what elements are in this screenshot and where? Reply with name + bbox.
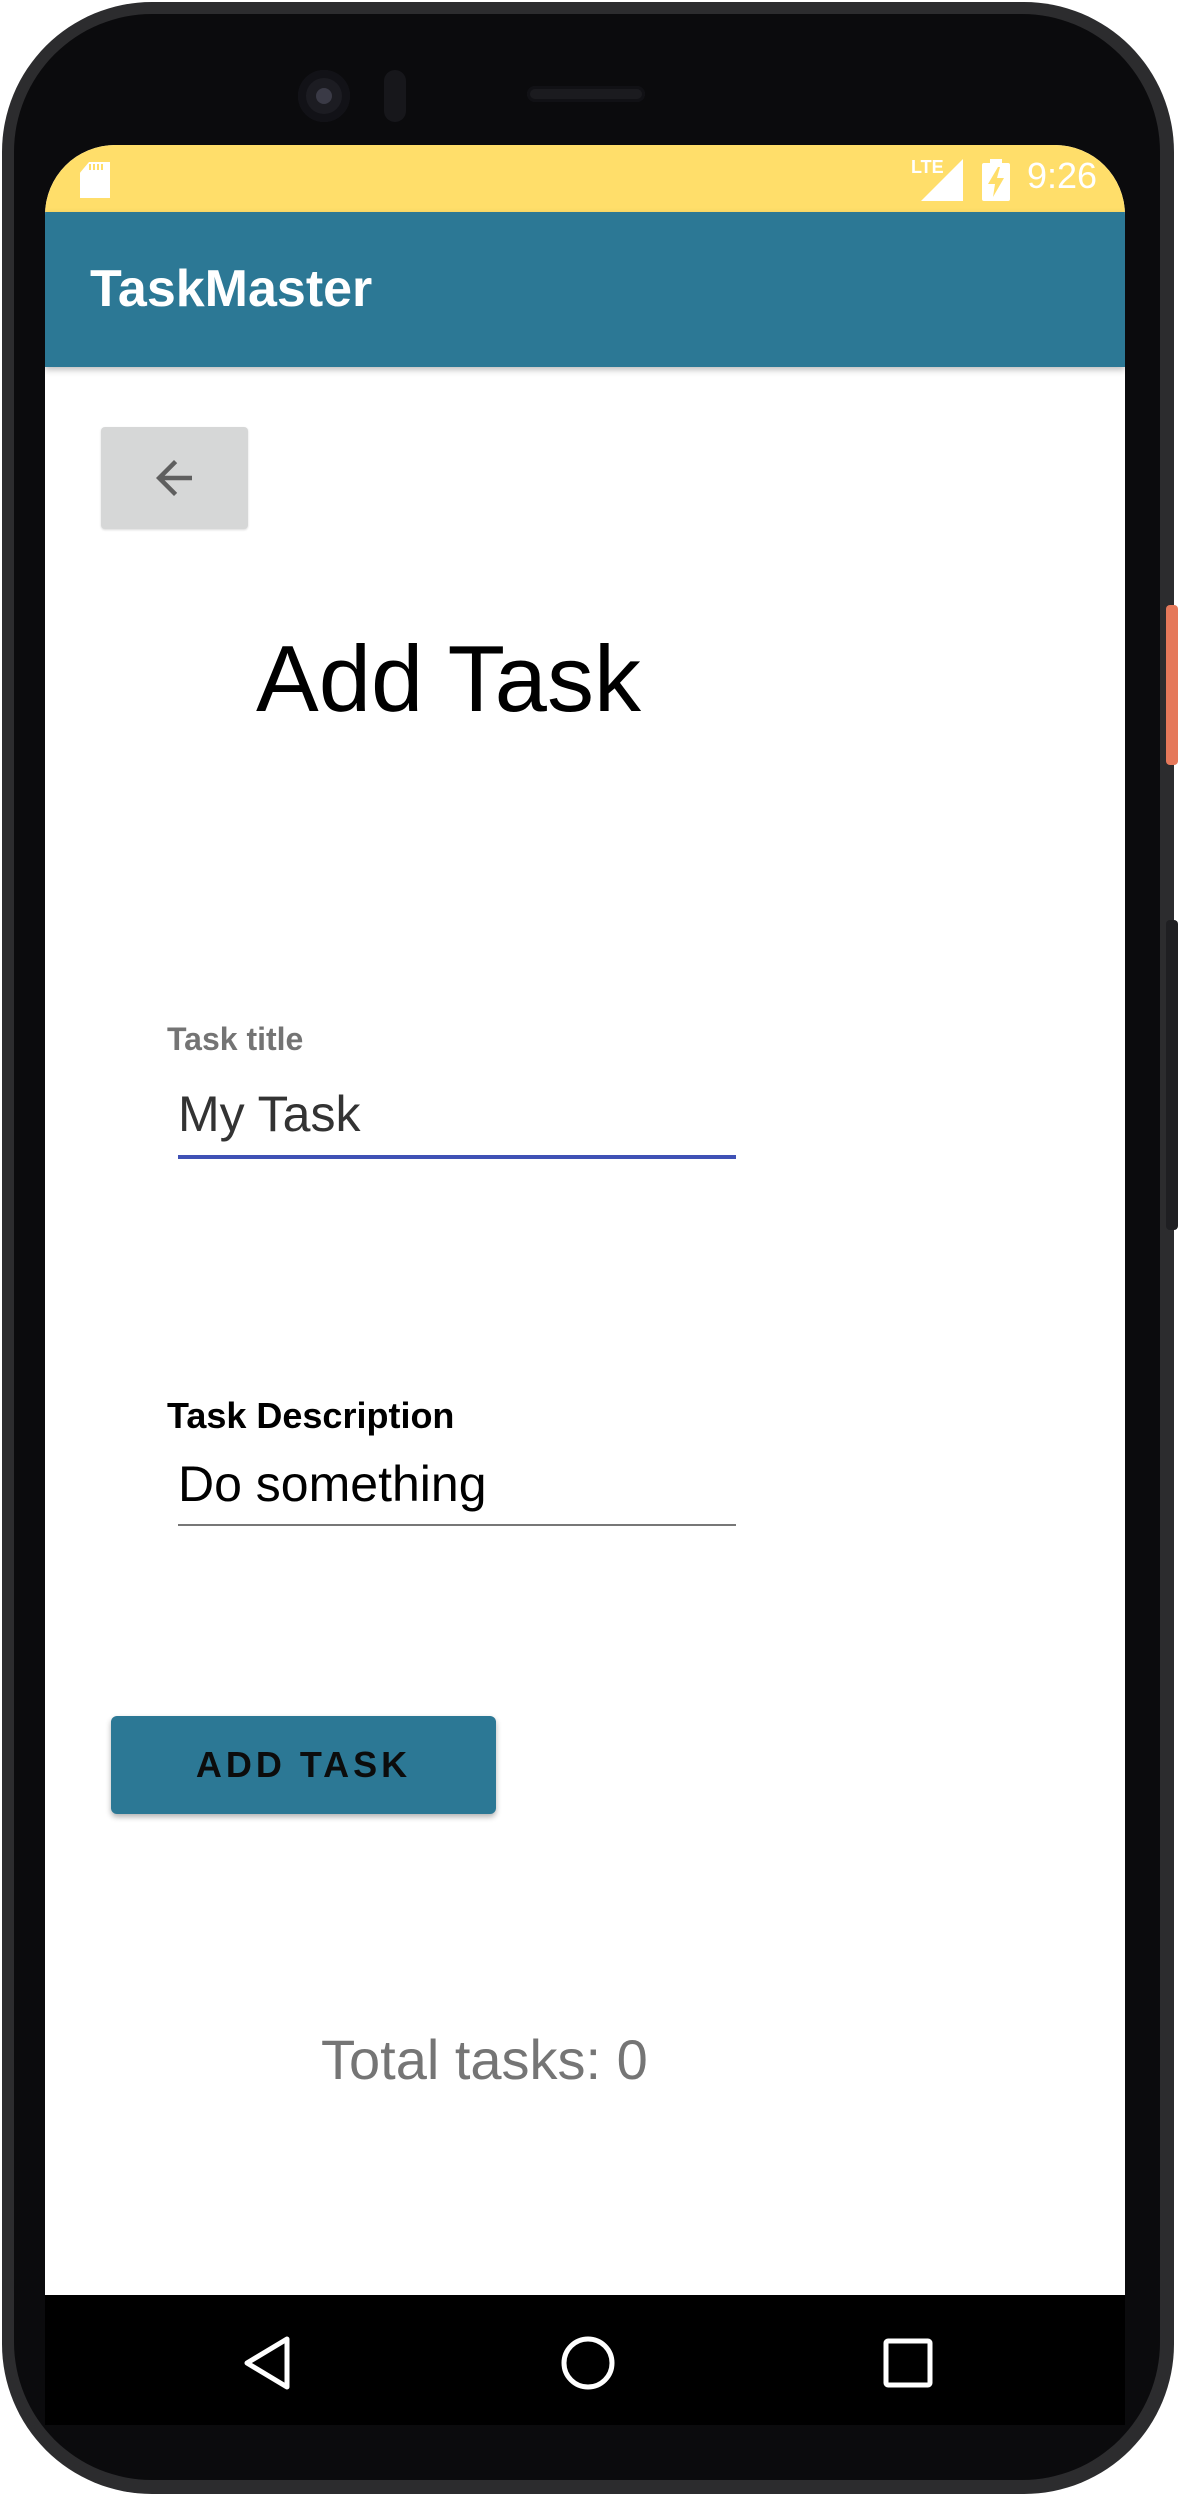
task-title-label: Task title <box>167 1021 304 1057</box>
navigation-bar <box>45 2295 1125 2425</box>
app-title: TaskMaster <box>90 260 373 318</box>
app-bar: TaskMaster <box>45 212 1125 367</box>
screen: LTE 9:26 TaskMaster Add Task Task title … <box>45 145 1125 2425</box>
arrow-left-icon <box>156 460 192 496</box>
camera-lens <box>316 88 332 104</box>
add-task-button-label: ADD TASK <box>195 1744 412 1785</box>
earpiece-speaker <box>527 86 645 102</box>
nav-home-icon[interactable] <box>560 2335 616 2391</box>
sd-card-notch <box>89 164 105 170</box>
nav-back-icon[interactable] <box>241 2335 293 2391</box>
device-frame: LTE 9:26 TaskMaster Add Task Task title … <box>0 0 1178 2498</box>
total-tasks-text: Total tasks: 0 <box>321 2028 648 2091</box>
battery-charging-icon <box>982 159 1010 201</box>
add-task-button[interactable]: ADD TASK <box>111 1716 496 1814</box>
task-description-label: Task Description <box>167 1395 455 1436</box>
task-description-input[interactable]: Do something <box>178 1455 736 1530</box>
task-description-value: Do something <box>178 1456 487 1512</box>
status-clock: 9:26 <box>1027 155 1098 196</box>
network-type-label: LTE <box>911 157 944 177</box>
task-title-value: My Task <box>178 1086 361 1142</box>
nav-recents-icon[interactable] <box>883 2338 933 2388</box>
task-title-input[interactable]: My Task <box>178 1085 736 1160</box>
proximity-sensor <box>384 70 406 122</box>
power-button <box>1166 605 1178 765</box>
status-bar: LTE 9:26 <box>45 145 1125 212</box>
task-description-underline <box>178 1524 736 1526</box>
page-title: Add Task <box>256 626 641 731</box>
volume-button <box>1166 920 1178 1230</box>
back-button[interactable] <box>101 427 248 529</box>
task-title-underline <box>178 1155 736 1159</box>
